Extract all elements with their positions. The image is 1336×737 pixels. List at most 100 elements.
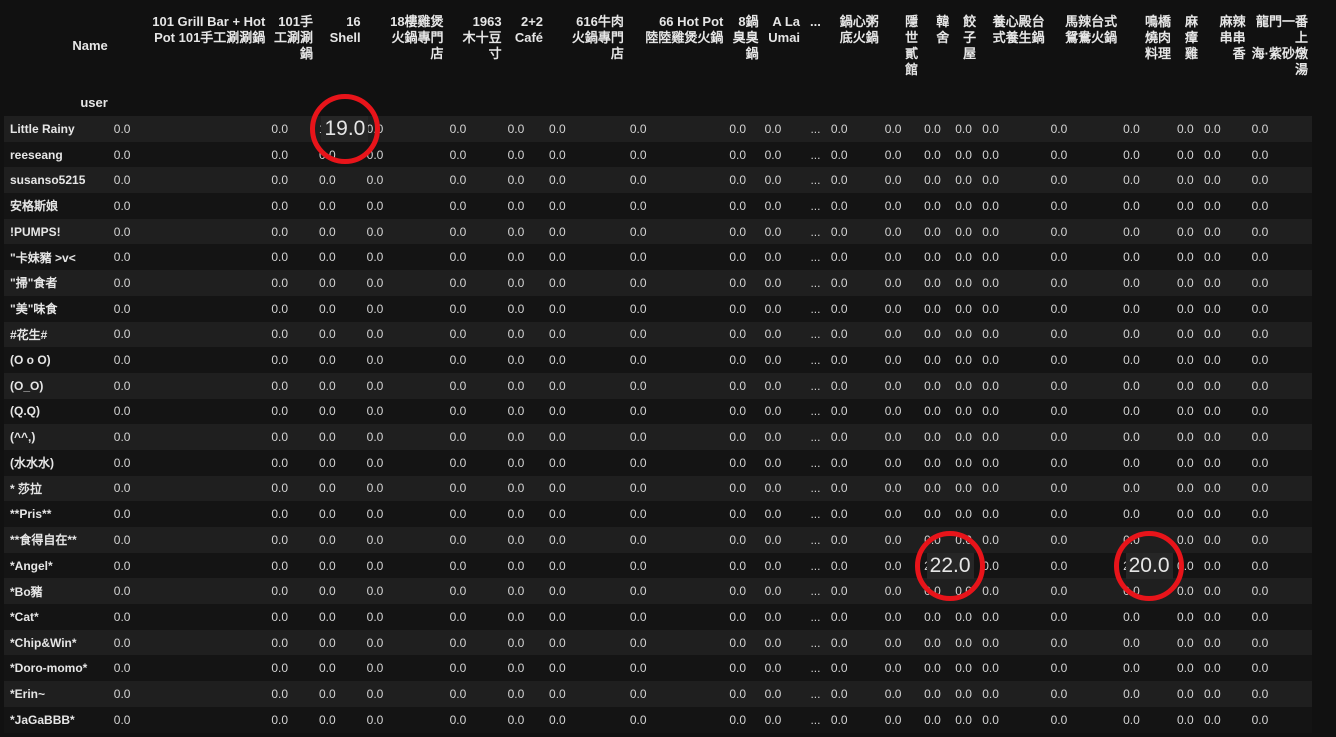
- table-cell: 0.0: [1249, 141, 1312, 168]
- table-cell: 0.0: [828, 604, 883, 630]
- table-cell: 0.0: [727, 347, 763, 373]
- table-cell: 0.0: [1175, 244, 1202, 271]
- table-cell: 0.0: [1249, 244, 1312, 271]
- table-cell: 0.0: [111, 270, 270, 296]
- table-cell: 0.0: [1175, 218, 1202, 245]
- table-row: **Pris** 0.0 0.0 0.0 0.0 0.0 0.0 0.0 0.0 0.0 0.0..…: [4, 501, 1312, 527]
- table-cell: 0.0: [316, 193, 365, 219]
- table-row: !PUMPS! 0.0 0.0 0.0 0.0 0.0 0.0 0.0 0.0 0.0 0.0...…: [4, 218, 1312, 245]
- table-cell: 0.0: [111, 552, 270, 579]
- table-cell: 0.0: [953, 295, 981, 322]
- table-cell: 0.0: [364, 167, 448, 194]
- table-cell: 0.0: [111, 193, 270, 219]
- table-cell: 0.0: [547, 501, 628, 527]
- table-cell: 0.0: [111, 321, 270, 348]
- ellipsis-cell: ...: [804, 424, 829, 450]
- column-header: 101手 工涮涮 鍋: [273, 14, 313, 61]
- table-cell: 0.0: [111, 475, 270, 502]
- table-cell: 0.0: [505, 244, 548, 271]
- table-cell: 0.0: [882, 321, 923, 348]
- table-cell: 0.0: [727, 167, 763, 194]
- table-cell: 0.0: [980, 193, 1049, 219]
- table-cell: 0.0: [316, 552, 365, 579]
- table-cell: 0.0: [1175, 141, 1202, 168]
- table-cell: 0.0: [364, 244, 448, 271]
- table-cell: 0.0: [364, 681, 448, 707]
- table-cell: 0.0: [1048, 218, 1122, 245]
- table-cell: 0.0: [1249, 295, 1312, 322]
- ellipsis-cell: ...: [804, 706, 829, 733]
- table-cell: 0.0: [269, 141, 317, 168]
- table-cell: 0.0: [762, 501, 805, 527]
- table-cell: 0.0: [1048, 141, 1122, 168]
- table-cell: 0.0: [505, 475, 548, 502]
- table-cell: 0.0: [1175, 270, 1202, 296]
- table-cell: 0.0: [1121, 449, 1176, 476]
- table-cell: 0.0: [1201, 372, 1250, 399]
- table-cell: 0.0: [828, 372, 883, 399]
- table-cell: 0.0: [980, 270, 1049, 296]
- table-cell: 0.0: [828, 501, 883, 527]
- table-cell: 0.0: [953, 475, 981, 502]
- table-cell: 0.0: [828, 398, 883, 425]
- table-cell: 0.0: [882, 578, 923, 605]
- table-cell: 0.0: [269, 167, 317, 194]
- table-cell: 0.0: [1121, 655, 1176, 682]
- ellipsis-cell: ...: [804, 270, 829, 296]
- table-cell: 0.0: [1048, 167, 1122, 194]
- table-cell: 0.0: [505, 655, 548, 682]
- table-cell: 0.0: [882, 527, 923, 553]
- table-cell: 0.0: [953, 167, 981, 194]
- table-cell: 0.0: [364, 193, 448, 219]
- table-cell: 0.0: [727, 218, 763, 245]
- table-cell: 0.0: [1201, 167, 1250, 194]
- table-cell: 0.0: [269, 604, 317, 630]
- table-cell: 0.0: [882, 116, 923, 142]
- ellipsis-cell: ...: [804, 347, 829, 373]
- ellipsis-cell: ...: [804, 578, 829, 605]
- table-cell: 0.0: [727, 475, 763, 502]
- table-cell: 0.0: [447, 295, 506, 322]
- table-cell: 0.0: [727, 270, 763, 296]
- table-cell: 0.0: [111, 218, 270, 245]
- table-cell: 0.0: [882, 193, 923, 219]
- table-cell: 0.0: [316, 141, 365, 168]
- row-index-label: *Doro-momo*: [4, 655, 112, 682]
- table-cell: 0.0: [269, 552, 317, 579]
- highlighted-value: 20.0: [1125, 552, 1173, 579]
- row-index-label: !PUMPS!: [4, 218, 112, 245]
- row-index-label: *Angel*: [4, 552, 112, 579]
- table-row: "卡妹豬 >v< 0.0 0.0 0.0 0.0 0.0 0.0 0.0 0.0 0.0 0.0..…: [4, 244, 1312, 271]
- table-cell: 0.0: [882, 347, 923, 373]
- table-cell: 0.0: [1175, 604, 1202, 630]
- ellipsis-cell: ...: [804, 629, 829, 656]
- table-cell: 0.0: [627, 347, 728, 373]
- table-cell: 0.0: [922, 604, 954, 630]
- table-cell: 0.0: [727, 372, 763, 399]
- table-cell: 0.0: [762, 347, 805, 373]
- table-cell: 0.0: [882, 552, 923, 579]
- table-cell: 0.0: [922, 527, 954, 553]
- table-cell: 0.0: [627, 706, 728, 733]
- table-cell: 0.0: [547, 655, 628, 682]
- table-cell: 0.0: [922, 321, 954, 348]
- table-cell: 0.0: [505, 527, 548, 553]
- table-cell: 0.0: [269, 475, 317, 502]
- table-cell: 0.0: [828, 449, 883, 476]
- table-cell: 0.0: [269, 347, 317, 373]
- table-cell: 0.0: [627, 552, 728, 579]
- table-cell: 0.0: [1048, 116, 1122, 142]
- table-cell: 0.0: [627, 449, 728, 476]
- table-cell: 0.0: [1175, 681, 1202, 707]
- table-cell: 0.0: [269, 501, 317, 527]
- table-cell: 0.0: [762, 449, 805, 476]
- table-cell: 0.0: [1249, 604, 1312, 630]
- table-cell: 0.0: [882, 167, 923, 194]
- table-cell: 0.0: [269, 449, 317, 476]
- table-cell: 0.0: [627, 681, 728, 707]
- table-cell: 0.0: [980, 244, 1049, 271]
- table-cell: 0.0: [1048, 681, 1122, 707]
- table-cell: 0.0: [447, 398, 506, 425]
- table-cell: 0.0: [882, 218, 923, 245]
- table-cell: 0.0: [547, 449, 628, 476]
